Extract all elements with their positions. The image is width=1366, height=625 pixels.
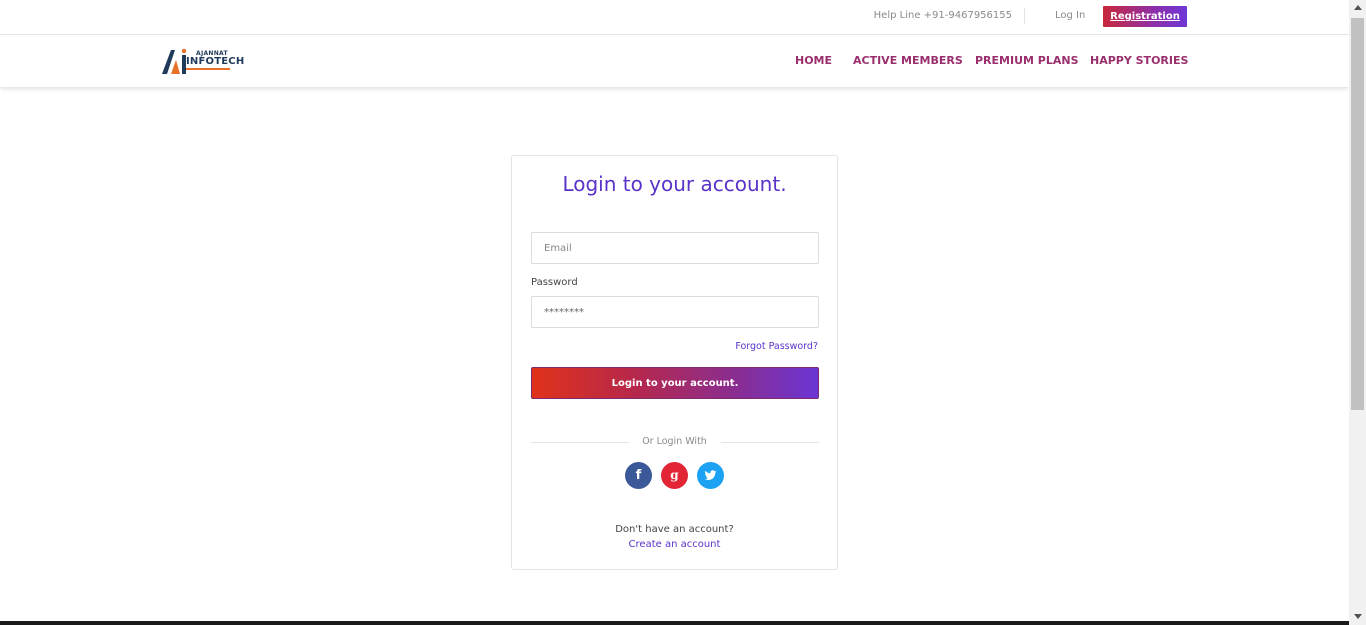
footer-strip: [0, 621, 1349, 625]
top-bar: Help Line +91-9467956155 Log In Registra…: [0, 0, 1349, 35]
nav-happy-stories[interactable]: HAPPY STORIES: [1090, 54, 1188, 67]
login-title: Login to your account.: [562, 172, 787, 196]
logo-main-text: INFOTECH: [186, 56, 245, 67]
or-login-with-text: Or Login With: [642, 436, 707, 447]
scroll-up-arrow-icon[interactable]: [1354, 5, 1362, 10]
twitter-bird-icon: [704, 470, 717, 480]
site-logo[interactable]: AJANNAT INFOTECH: [162, 47, 244, 75]
login-card: Login to your account. Password Forgot P…: [511, 155, 838, 570]
helpline-text: Help Line +91-9467956155: [873, 10, 1012, 21]
login-link[interactable]: Log In: [1055, 10, 1085, 21]
main-navbar: AJANNAT INFOTECH HOME ACTIVE MEMBERS PRE…: [0, 35, 1349, 87]
login-submit-button[interactable]: Login to your account.: [531, 367, 819, 399]
password-label: Password: [531, 277, 578, 288]
page-scrollbar[interactable]: [1349, 0, 1366, 625]
twitter-icon[interactable]: [697, 462, 724, 489]
no-account-text: Don't have an account?: [615, 524, 734, 535]
create-account-link[interactable]: Create an account: [512, 539, 837, 550]
google-icon[interactable]: g: [661, 462, 688, 489]
scroll-down-arrow-icon[interactable]: [1354, 614, 1362, 619]
nav-premium-plans[interactable]: PREMIUM PLANS: [975, 54, 1079, 67]
registration-button[interactable]: Registration: [1103, 6, 1187, 27]
top-divider: [1024, 8, 1025, 24]
password-input[interactable]: [531, 296, 819, 328]
nav-active-members[interactable]: ACTIVE MEMBERS: [853, 54, 963, 67]
nav-home[interactable]: HOME: [795, 54, 832, 67]
facebook-icon[interactable]: f: [625, 462, 652, 489]
email-input[interactable]: [531, 232, 819, 264]
scrollbar-thumb[interactable]: [1351, 18, 1364, 410]
forgot-password-link[interactable]: Forgot Password?: [735, 341, 818, 352]
logo-underline: [186, 68, 230, 70]
